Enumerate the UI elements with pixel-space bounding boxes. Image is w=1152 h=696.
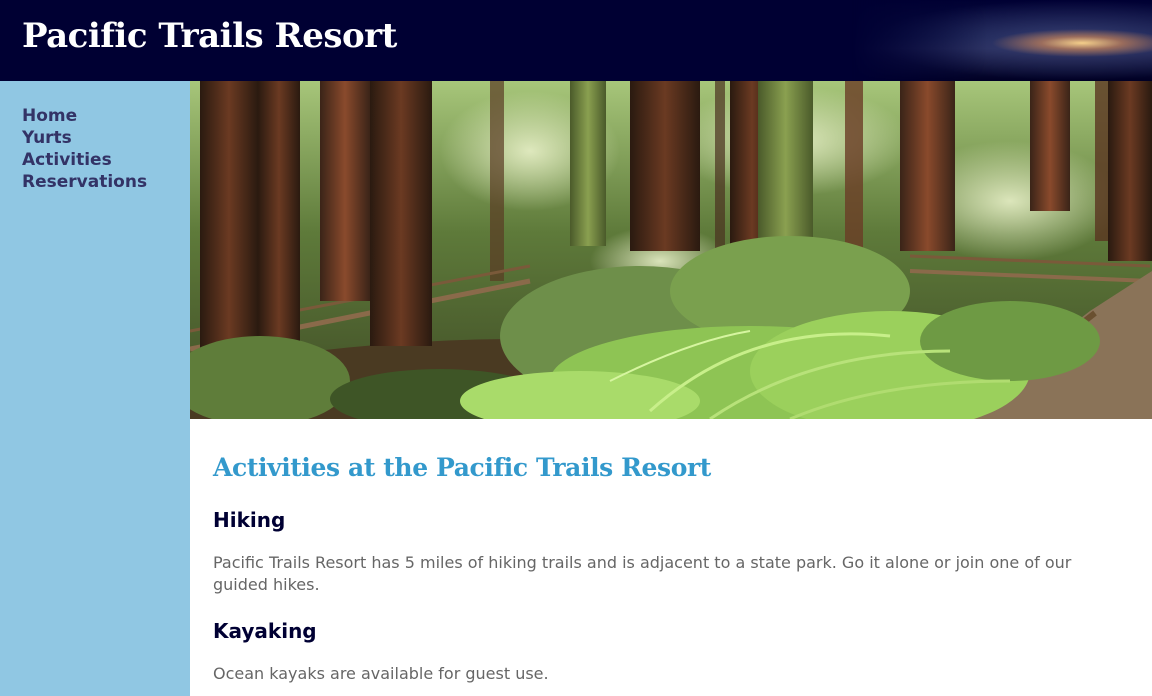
sidebar-nav: Home Yurts Activities Reservations <box>0 81 190 696</box>
nav-link-home[interactable]: Home <box>22 105 147 127</box>
sunset-header-image <box>852 0 1152 81</box>
main-content: Activities at the Pacific Trails Resort … <box>190 419 1152 696</box>
nav-link-reservations[interactable]: Reservations <box>22 171 147 193</box>
section-heading-kayaking: Kayaking <box>213 619 317 643</box>
site-title: Pacific Trails Resort <box>22 16 397 56</box>
nav-list: Home Yurts Activities Reservations <box>22 105 147 193</box>
redwood-forest-trail-image <box>190 81 1152 419</box>
section-heading-hiking: Hiking <box>213 508 286 532</box>
section-text-hiking: Pacific Trails Resort has 5 miles of hik… <box>213 553 1072 594</box>
nav-link-yurts[interactable]: Yurts <box>22 127 147 149</box>
page-heading: Activities at the Pacific Trails Resort <box>213 453 711 482</box>
section-text-kayaking: Ocean kayaks are available for guest use… <box>213 664 549 683</box>
nav-link-activities[interactable]: Activities <box>22 149 147 171</box>
site-header: Pacific Trails Resort <box>0 0 1152 81</box>
